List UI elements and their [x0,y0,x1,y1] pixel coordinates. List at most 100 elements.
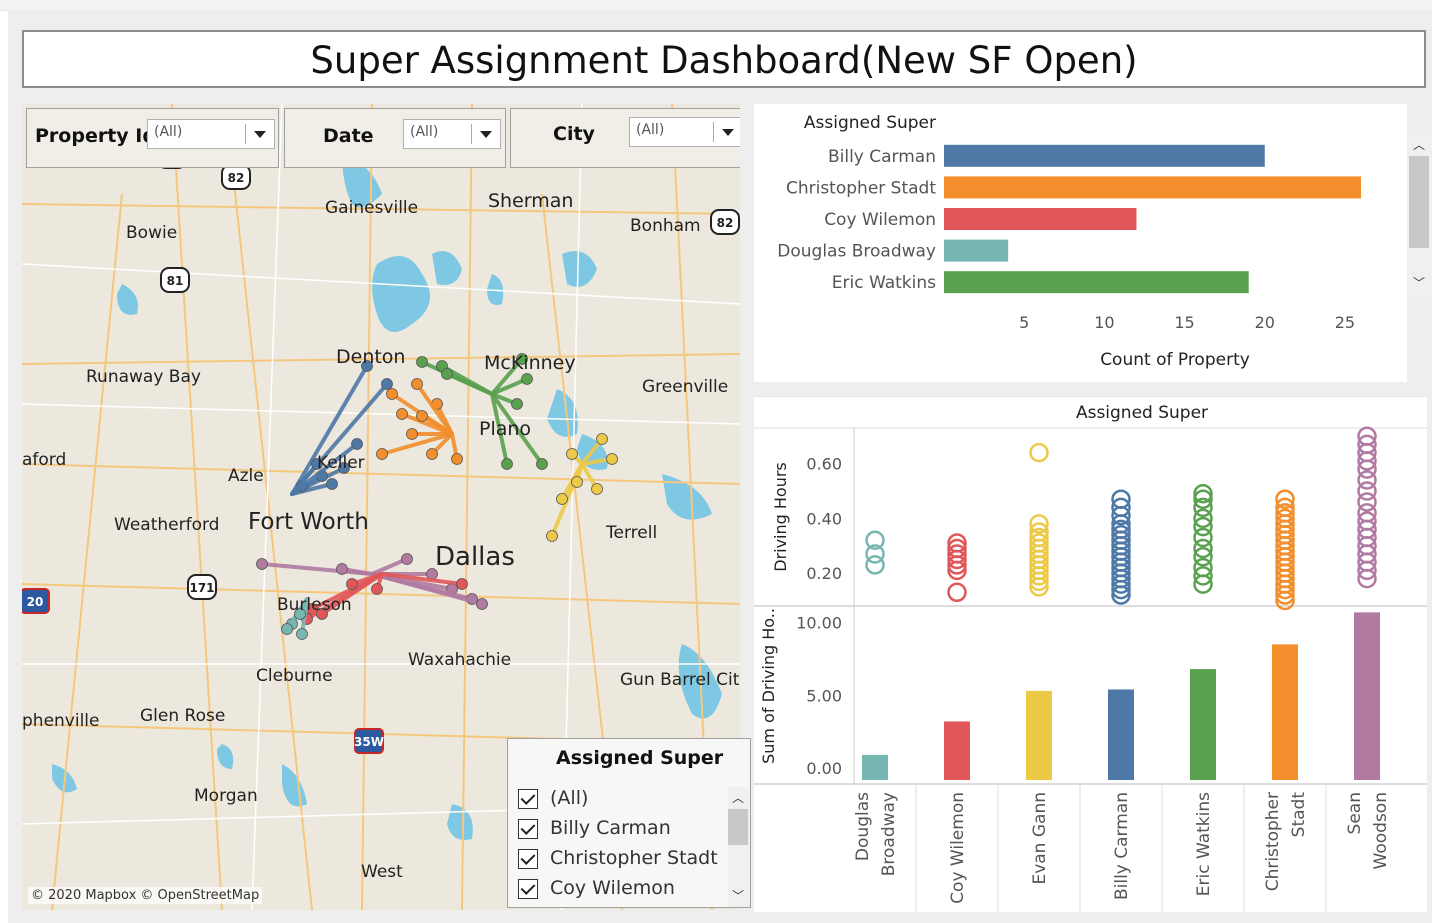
x-tick-label-eric-watkins: Eric Watkins [1194,792,1214,896]
bar-coy-wilemon [944,208,1137,230]
sum-bar-sean-woodson [1354,612,1380,780]
y-tick-label: 10.00 [796,614,842,633]
filter-date-label: Date [323,125,374,147]
filter-city-label: City [553,123,595,145]
property-point [411,378,423,390]
property-point [371,583,383,595]
y-axis-label: Driving Hours [771,462,790,572]
property-point [501,458,513,470]
property-point [511,398,523,410]
map-label-fort-worth: Fort Worth [248,509,369,535]
bar-chart-header: Assigned Super [804,113,936,133]
property-point [566,448,578,460]
property-point [476,598,488,610]
property-point [401,553,413,565]
x-tick-label: 20 [1255,313,1275,332]
city-dropdown[interactable]: (All) [629,117,740,147]
filter-city: City (All) [510,108,740,168]
date-value: (All) [410,124,439,140]
bar-panel-scroll-thumb[interactable] [1409,156,1429,248]
dot-chart-title: Assigned Super [1076,403,1208,423]
property-point [396,408,408,420]
filter-property-id: Property Id (All) [26,108,279,168]
shield-label: 20 [27,595,44,609]
dropdown-separator [713,122,714,142]
property-point [451,453,463,465]
property-point [556,493,568,505]
x-tick-label: 10 [1094,313,1114,332]
sum-bar-coy-wilemon [944,721,970,780]
map-label-cleburne: Cleburne [256,666,333,686]
property-point [386,388,398,400]
driving-hours-chart[interactable]: Assigned Super 0.20 0.40 0.60 Driving Hours 0… [754,395,1427,912]
shield-label: 171 [189,581,214,595]
legend-checkbox-billy-carman[interactable] [518,819,538,839]
highway-shield-icon: 171 [187,574,217,600]
property-point [296,628,308,640]
property-point [416,410,428,422]
map-label-aford: aford [22,450,66,470]
legend-label-coy-wilemon: Coy Wilemon [550,877,675,899]
highway-shield-icon: 20 [22,588,50,614]
bar-billy-carman [944,144,1265,167]
map-label-denton: Denton [336,346,405,368]
map-label-weatherford: Weatherford [114,515,219,535]
y-axis-label: Sum of Driving Ho.. [759,608,778,764]
map-label-bowie: Bowie [126,223,177,243]
count-bar-chart[interactable]: Assigned Super Billy Carman Christopher St… [754,104,1407,382]
map-label-gainesville: Gainesville [325,198,418,218]
map-copyright: © 2020 Mapbox © OpenStreetMap [28,887,263,904]
property-point [571,476,583,488]
bar-label-eric-watkins: Eric Watkins [832,273,936,293]
scroll-down-icon[interactable]: ﹀ [732,887,744,904]
property-point [376,448,388,460]
map-label-gun-barrel-city: Gun Barrel City [620,670,740,690]
chevron-down-icon [480,131,492,138]
legend-checkbox-all[interactable] [518,789,538,809]
date-dropdown[interactable]: (All) [403,119,501,149]
scroll-up-icon[interactable]: ︿ [732,789,744,806]
scroll-down-icon[interactable]: ﹀ [1413,274,1425,291]
x-axis-label: Count of Property [1100,350,1250,370]
driving-hours-point [947,582,967,603]
legend-checkbox-coy-wilemon[interactable] [518,879,538,899]
dropdown-separator [471,124,472,144]
legend-scrollbar[interactable]: ︿ ﹀ [728,787,750,907]
legend-checkbox-christopher-stadt[interactable] [518,849,538,869]
property-point [381,378,393,390]
scroll-up-icon[interactable]: ︿ [1413,136,1425,153]
filter-date: Date (All) [284,108,506,168]
x-tick-label: 25 [1335,313,1355,332]
map-label-plano: Plano [479,418,531,440]
property-id-value: (All) [154,124,183,140]
sum-bar-eric-watkins [1190,669,1216,780]
property-point [596,433,608,445]
map-label-morgan: Morgan [194,786,258,806]
map-label-azle: Azle [228,466,264,486]
legend-label-billy-carman: Billy Carman [550,817,671,839]
chevron-down-icon [254,131,266,138]
highway-shield-icon: 81 [160,267,190,293]
map-label-runaway-bay: Runaway Bay [86,367,201,387]
x-tick-label-evan-gann: Evan Gann [1030,792,1050,885]
property-point [456,578,468,590]
sum-bar-christopher-stadt [1272,644,1298,780]
x-tick-label-billy-carman: Billy Carman [1112,792,1132,900]
property-point [441,368,453,380]
shield-label: 35W [354,735,384,749]
shield-label: 81 [167,274,184,288]
map-label-glen-rose: Glen Rose [140,706,225,726]
property-point [426,448,438,460]
bar-panel-scrollbar[interactable]: ︿ ﹀ [1407,134,1431,296]
property-point [336,563,348,575]
shield-label: 82 [717,216,734,230]
y-tick-label: 0.00 [806,759,842,778]
highway-shield-icon: 82 [221,164,251,190]
property-point [591,483,603,495]
dashboard-title: Super Assignment Dashboard(New SF Open) [22,30,1426,88]
x-tick-label-douglas: Douglas [853,792,873,861]
property-point [326,478,338,490]
property-id-dropdown[interactable]: (All) [147,119,275,149]
x-tick-label-woodson: Woodson [1371,792,1391,869]
legend-scroll-thumb[interactable] [728,809,748,845]
